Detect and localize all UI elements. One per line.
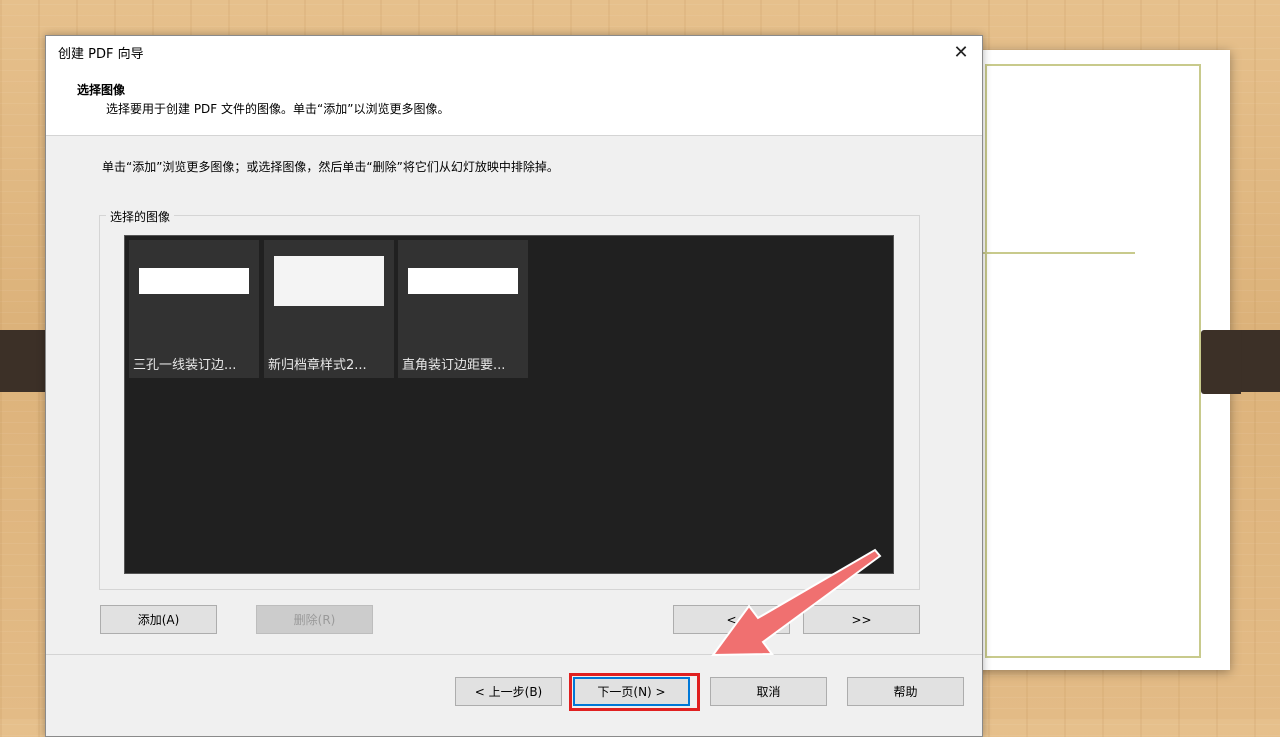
pointer-arrow-icon <box>710 548 882 657</box>
